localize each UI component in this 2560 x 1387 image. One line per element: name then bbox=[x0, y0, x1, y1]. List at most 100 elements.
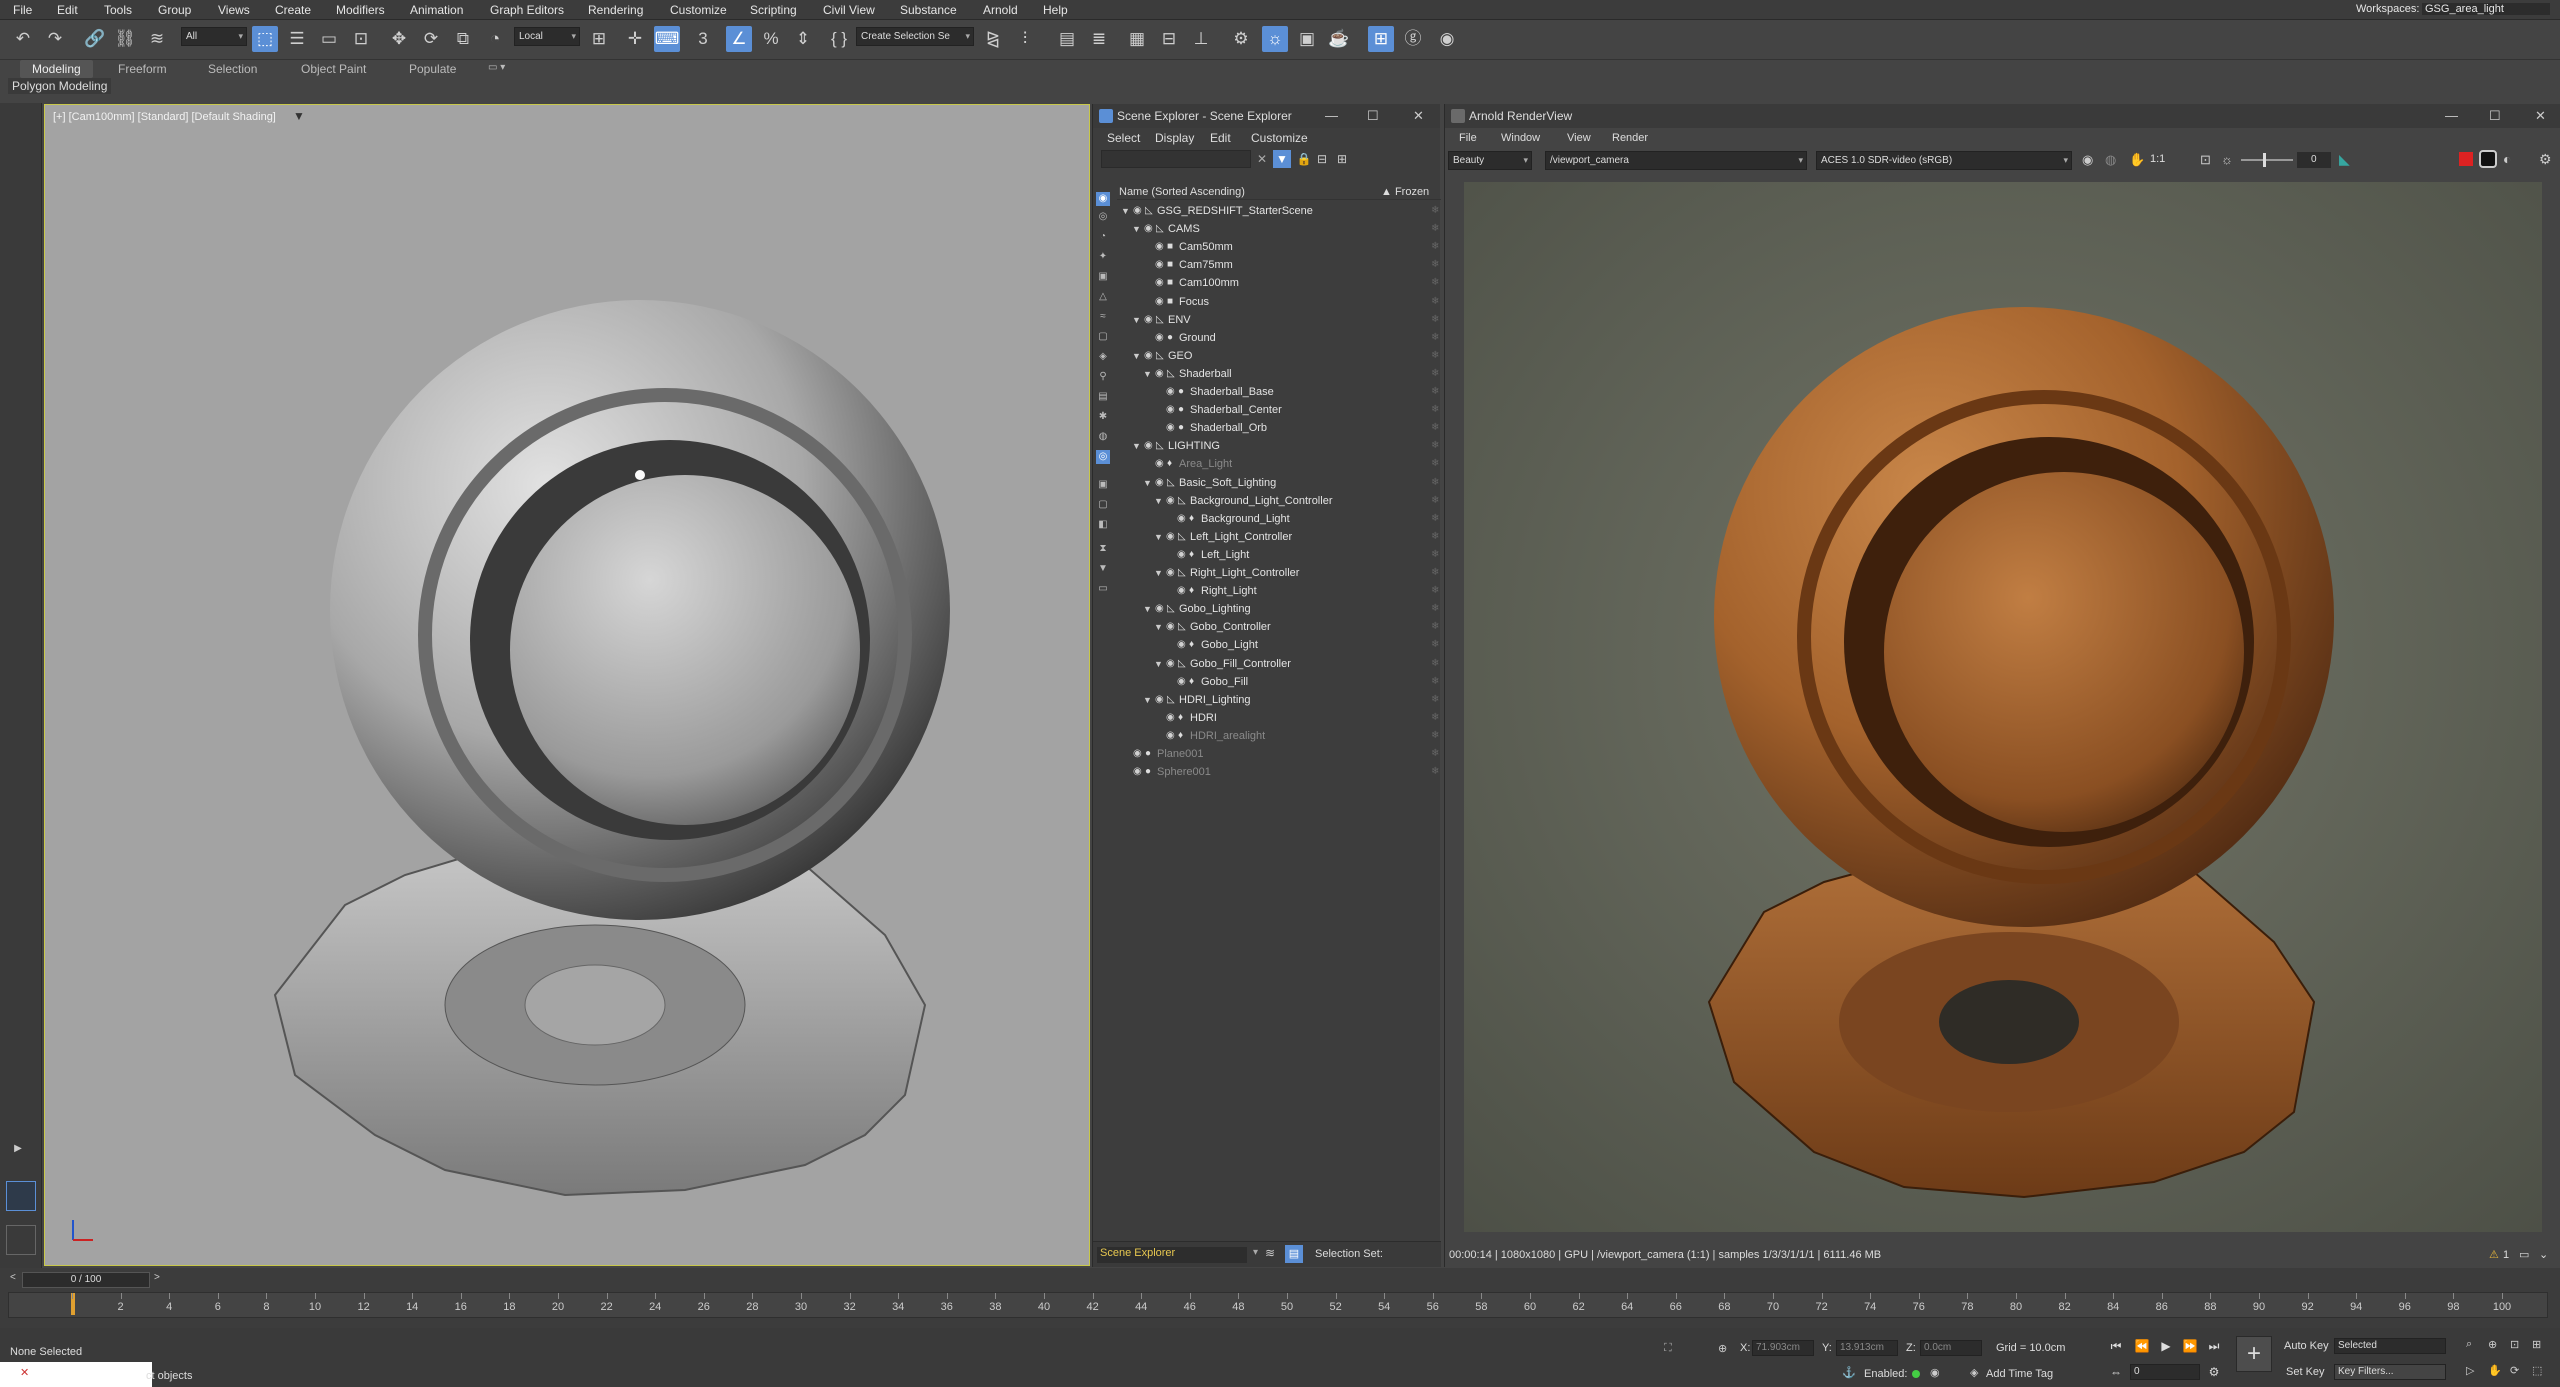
menu-substance[interactable]: Substance bbox=[900, 3, 957, 17]
folder-icon[interactable]: ▭ bbox=[1096, 582, 1110, 596]
freeze-icon[interactable]: ❄ bbox=[1431, 510, 1439, 528]
maximize-icon[interactable]: ☐ bbox=[2489, 104, 2501, 128]
visibility-eye-icon[interactable]: ◉ bbox=[1155, 691, 1164, 709]
prev-key-icon[interactable]: ⏪ bbox=[2134, 1338, 2150, 1354]
visibility-eye-icon[interactable]: ◉ bbox=[1155, 274, 1164, 292]
link-icon[interactable]: 🔗 bbox=[82, 26, 108, 52]
render-region-icon[interactable]: ◉ bbox=[2082, 152, 2093, 168]
display-geometry-icon[interactable]: ◎ bbox=[1096, 210, 1110, 224]
freeze-icon[interactable]: ❄ bbox=[1431, 220, 1439, 238]
prev-frame-icon[interactable]: < bbox=[10, 1272, 16, 1283]
minimize-icon[interactable]: — bbox=[2445, 104, 2458, 128]
hierarchy-icon[interactable]: ⊟ bbox=[1313, 150, 1331, 168]
scene-tree-row[interactable]: ◉ ♦ Area_Light ❄ bbox=[1117, 455, 1441, 473]
material-editor-icon[interactable]: ⚙ bbox=[1228, 26, 1254, 52]
freeze-icon[interactable]: ❄ bbox=[1431, 546, 1439, 564]
visibility-eye-icon[interactable]: ◉ bbox=[1166, 419, 1175, 437]
key-filters-button[interactable]: Key Filters... bbox=[2334, 1364, 2446, 1380]
collapse-icon[interactable]: ⌄ bbox=[2539, 1243, 2548, 1267]
tab-populate[interactable]: Populate bbox=[409, 62, 456, 76]
visibility-eye-icon[interactable]: ◉ bbox=[1166, 709, 1175, 727]
current-frame-field[interactable]: 0 bbox=[2130, 1364, 2200, 1380]
visibility-eye-icon[interactable]: ◉ bbox=[1177, 636, 1186, 654]
redo-icon[interactable]: ↷ bbox=[42, 26, 68, 52]
visibility-eye-icon[interactable]: ◉ bbox=[1155, 365, 1164, 383]
scene-tree-row[interactable]: ◉ ■ Cam50mm ❄ bbox=[1117, 238, 1441, 256]
ar-menu-view[interactable]: View bbox=[1567, 132, 1591, 144]
visibility-eye-icon[interactable]: ◉ bbox=[1133, 202, 1142, 220]
selection-filter-dropdown[interactable]: All bbox=[181, 27, 247, 46]
freeze-icon[interactable]: ❄ bbox=[1431, 347, 1439, 365]
stop-render-icon[interactable] bbox=[2459, 152, 2473, 166]
scene-tree-row[interactable]: ◉ ● Plane001 ❄ bbox=[1117, 745, 1441, 763]
tab-freeform[interactable]: Freeform bbox=[118, 62, 167, 76]
ar-menu-render[interactable]: Render bbox=[1612, 132, 1648, 144]
aov-dropdown[interactable]: Beauty bbox=[1448, 151, 1532, 170]
display-containers-icon[interactable]: ▤ bbox=[1096, 390, 1110, 404]
visibility-eye-icon[interactable]: ◉ bbox=[1177, 673, 1186, 691]
bind-space-warp-icon[interactable]: ≋ bbox=[144, 26, 170, 52]
visibility-eye-icon[interactable]: ◉ bbox=[1166, 564, 1175, 582]
zoom-icon[interactable]: ⌕ bbox=[2466, 1338, 2472, 1351]
visibility-eye-icon[interactable]: ◉ bbox=[1177, 582, 1186, 600]
display-settings-icon[interactable]: ◣ bbox=[2339, 151, 2350, 168]
select-object-icon[interactable]: ⬚ bbox=[252, 26, 278, 52]
viewport-layout-icon[interactable] bbox=[6, 1181, 36, 1211]
visibility-eye-icon[interactable]: ◉ bbox=[1155, 329, 1164, 347]
camera-dropdown[interactable]: /viewport_camera bbox=[1545, 151, 1807, 170]
rotate-icon[interactable]: ⟳ bbox=[418, 26, 444, 52]
pan-view-icon[interactable]: ✋ bbox=[2488, 1364, 2502, 1377]
dropdown-arrow-icon[interactable]: ▾ bbox=[1253, 1247, 1258, 1258]
rendered-frame-window-icon[interactable]: ▣ bbox=[1294, 26, 1320, 52]
absolute-mode-icon[interactable]: ⊕ bbox=[1718, 1342, 1727, 1355]
display-frozen-icon[interactable]: ✱ bbox=[1096, 410, 1110, 424]
menu-group[interactable]: Group bbox=[158, 3, 191, 17]
freeze-icon[interactable]: ❄ bbox=[1431, 329, 1439, 347]
crop-icon[interactable]: ◍ bbox=[2105, 152, 2116, 168]
rect-selection-icon[interactable]: ▭ bbox=[316, 26, 342, 52]
menu-file[interactable]: File bbox=[13, 3, 32, 17]
scene-tree-row[interactable]: ▼ ◉ ◺ Right_Light_Controller ❄ bbox=[1117, 564, 1441, 582]
expand-toggle-icon[interactable]: ▼ bbox=[1154, 528, 1163, 546]
maximize-icon[interactable]: ☐ bbox=[1367, 104, 1379, 128]
visibility-eye-icon[interactable]: ◉ bbox=[1166, 727, 1175, 745]
keyboard-shortcut-icon[interactable]: ⌨ bbox=[654, 26, 680, 52]
menu-create[interactable]: Create bbox=[275, 3, 311, 17]
visibility-eye-icon[interactable]: ◉ bbox=[1133, 745, 1142, 763]
view-transform-dropdown[interactable]: ACES 1.0 SDR-video (sRGB) bbox=[1816, 151, 2072, 170]
menu-arnold[interactable]: Arnold bbox=[983, 3, 1018, 17]
scene-tree-row[interactable]: ◉ ♦ Left_Light ❄ bbox=[1117, 546, 1441, 564]
exposure-field[interactable]: 0 bbox=[2297, 152, 2331, 168]
freeze-icon[interactable]: ❄ bbox=[1431, 492, 1439, 510]
layer-icon[interactable]: ⊞ bbox=[1333, 150, 1351, 168]
freeze-icon[interactable]: ❄ bbox=[1431, 636, 1439, 654]
expand-toggle-icon[interactable]: ▼ bbox=[1154, 564, 1163, 582]
scene-tree-row[interactable]: ◉ ● Ground ❄ bbox=[1117, 329, 1441, 347]
expand-toggle-icon[interactable]: ▼ bbox=[1154, 618, 1163, 636]
visibility-eye-icon[interactable]: ◉ bbox=[1177, 510, 1186, 528]
placement-icon[interactable]: ◔ bbox=[482, 26, 508, 52]
exposure-slider[interactable] bbox=[2241, 153, 2293, 167]
freeze-icon[interactable]: ❄ bbox=[1431, 528, 1439, 546]
edit-named-selection-icon[interactable]: { } bbox=[826, 26, 852, 52]
zoom-extents-icon[interactable]: ⊡ bbox=[2510, 1338, 2519, 1351]
scene-tree-row[interactable]: ▼ ◉ ◺ HDRI_Lighting ❄ bbox=[1117, 691, 1441, 709]
toggle-scene-explorer-icon[interactable]: ▤ bbox=[1054, 26, 1080, 52]
select-all-icon[interactable]: ▣ bbox=[1096, 478, 1110, 492]
x-coordinate-field[interactable]: 71.903cm bbox=[1752, 1340, 1814, 1356]
menu-scripting[interactable]: Scripting bbox=[750, 3, 797, 17]
schematic-view-icon[interactable]: ⊥ bbox=[1188, 26, 1214, 52]
scene-tree-row[interactable]: ◉ ● Shaderball_Orb ❄ bbox=[1117, 419, 1441, 437]
move-icon[interactable]: ✥ bbox=[386, 26, 412, 52]
freeze-icon[interactable]: ❄ bbox=[1431, 365, 1439, 383]
freeze-icon[interactable]: ❄ bbox=[1431, 238, 1439, 256]
scene-tree-row[interactable]: ▼ ◉ ◺ Gobo_Controller ❄ bbox=[1117, 618, 1441, 636]
zoom-all-icon[interactable]: ⊕ bbox=[2488, 1338, 2497, 1351]
next-key-icon[interactable]: ⏩ bbox=[2182, 1338, 2198, 1354]
arnold-settings-icon[interactable]: ⓖ bbox=[1400, 26, 1426, 52]
invert-selection-icon[interactable]: ◧ bbox=[1096, 518, 1110, 532]
menu-customize[interactable]: Customize bbox=[670, 3, 727, 17]
visibility-eye-icon[interactable]: ◉ bbox=[1144, 220, 1153, 238]
se-search-input[interactable] bbox=[1101, 150, 1251, 168]
scene-tree-row[interactable]: ◉ ♦ Background_Light ❄ bbox=[1117, 510, 1441, 528]
